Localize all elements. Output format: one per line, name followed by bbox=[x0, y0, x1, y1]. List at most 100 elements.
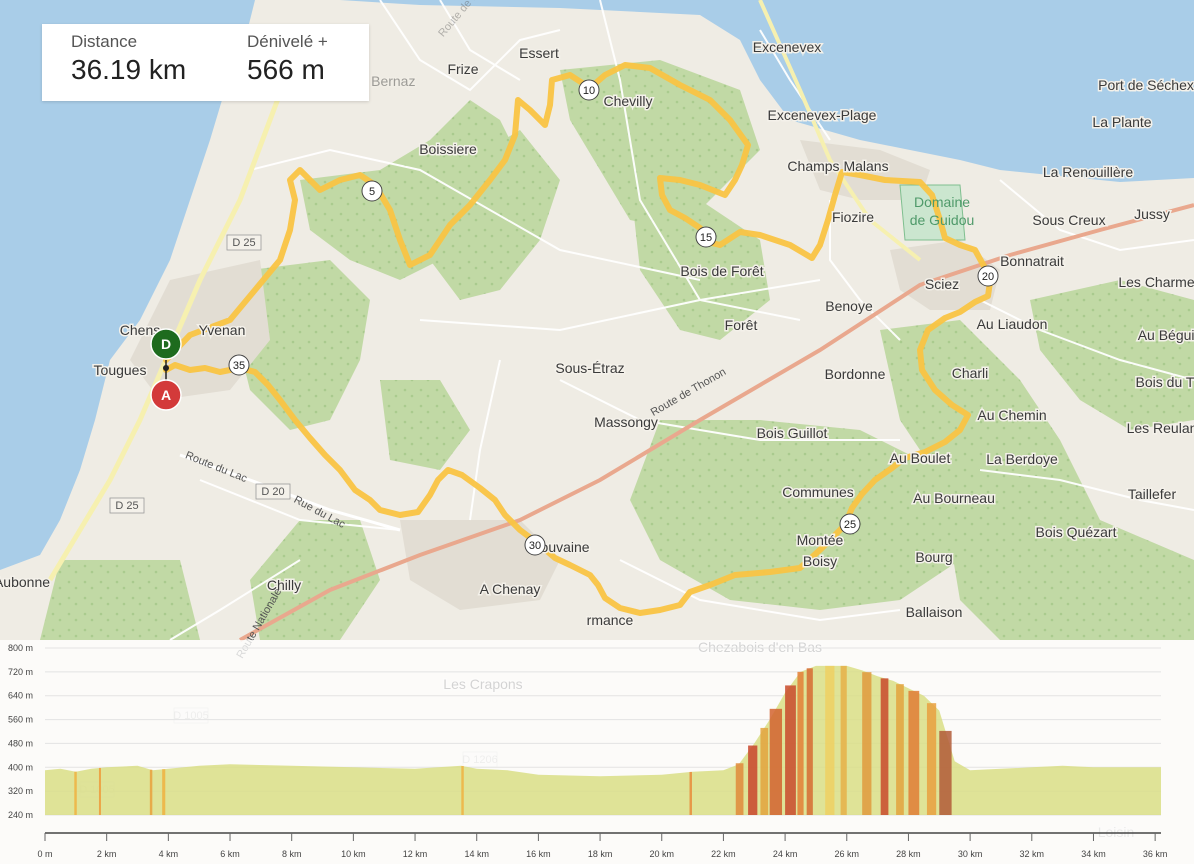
gradient-band bbox=[735, 763, 744, 815]
km-marker[interactable]: 35 bbox=[228, 354, 250, 376]
place-label: Montée bbox=[797, 532, 844, 548]
place-label: A Chenay bbox=[480, 581, 541, 597]
place-label: Charli bbox=[952, 365, 989, 381]
km-marker[interactable]: 15 bbox=[695, 226, 717, 248]
km-marker-label: 35 bbox=[233, 360, 245, 372]
gradient-band bbox=[149, 769, 153, 815]
place-label: Au Chemin bbox=[977, 407, 1046, 423]
place-label: Taillefer bbox=[1128, 486, 1177, 502]
x-tick-label: 32 km bbox=[1020, 849, 1045, 859]
route-map[interactable]: Essert Frize Excenevex Port de Séchex Chevil… bbox=[0, 0, 1194, 864]
place-label: Forêt bbox=[725, 317, 758, 333]
x-tick-label: 34 km bbox=[1081, 849, 1106, 859]
place-label: Frize bbox=[447, 61, 478, 77]
gradient-band bbox=[769, 708, 783, 815]
gradient-band bbox=[825, 665, 835, 815]
elevation-gain-label: Dénivelé + bbox=[247, 32, 328, 51]
gradient-band bbox=[689, 771, 692, 815]
km-marker[interactable]: 30 bbox=[524, 534, 546, 556]
place-label: Yvenan bbox=[199, 322, 246, 338]
km-marker-label: 5 bbox=[369, 186, 375, 198]
gradient-band bbox=[862, 672, 872, 815]
place-label: Benoye bbox=[825, 298, 873, 314]
place-label: Bourg bbox=[915, 549, 952, 565]
gradient-band bbox=[880, 678, 889, 815]
place-label: Ballaison bbox=[906, 604, 963, 620]
km-marker-label: 10 bbox=[583, 85, 595, 97]
place-label: La Berdoye bbox=[986, 451, 1058, 467]
km-marker-label: 25 bbox=[844, 519, 856, 531]
place-label: Sous-Étraz bbox=[555, 360, 624, 376]
place-label: Communes bbox=[782, 484, 854, 500]
km-marker[interactable]: 25 bbox=[839, 513, 861, 535]
place-label: Aubonne bbox=[0, 574, 50, 590]
place-label: Bois Quézart bbox=[1036, 524, 1117, 540]
km-marker-label: 20 bbox=[982, 271, 994, 283]
x-tick-label: 16 km bbox=[526, 849, 551, 859]
place-label: Essert bbox=[519, 45, 559, 61]
gradient-band bbox=[939, 730, 952, 815]
place-label: Sciez bbox=[925, 276, 959, 292]
km-marker[interactable]: 20 bbox=[977, 265, 999, 287]
x-tick-label: 28 km bbox=[896, 849, 921, 859]
place-label: Bois du T bbox=[1136, 374, 1194, 390]
gradient-band bbox=[797, 671, 804, 815]
elevation-panel bbox=[0, 640, 1194, 864]
gradient-band bbox=[760, 727, 769, 815]
x-tick-label: 4 km bbox=[159, 849, 179, 859]
y-tick-label: 800 m bbox=[8, 643, 33, 653]
end-marker-label: A bbox=[161, 387, 171, 403]
place-label: Bois Guillot bbox=[757, 425, 828, 441]
place-label: Massongy bbox=[594, 414, 658, 430]
y-tick-label: 320 m bbox=[8, 786, 33, 796]
elevation-gain-value: 566 m bbox=[247, 54, 325, 85]
place-label: Boissiere bbox=[419, 141, 477, 157]
place-label: Domaine bbox=[914, 194, 970, 210]
road-label: D 20 bbox=[261, 486, 284, 498]
place-label: Bois de Forêt bbox=[680, 263, 763, 279]
place-label: Excenevex bbox=[753, 39, 821, 55]
road-label: D 25 bbox=[115, 500, 138, 512]
km-marker[interactable]: 10 bbox=[578, 79, 600, 101]
x-tick-label: 14 km bbox=[464, 849, 489, 859]
x-tick-label: 18 km bbox=[588, 849, 613, 859]
gradient-band bbox=[896, 684, 904, 815]
distance-label: Distance bbox=[71, 32, 138, 51]
gradient-band bbox=[748, 745, 758, 815]
x-tick-label: 8 km bbox=[282, 849, 302, 859]
place-label: Tougues bbox=[94, 362, 147, 378]
y-tick-label: 400 m bbox=[8, 762, 33, 772]
elevation-stat: Dénivelé + 566 m bbox=[247, 32, 328, 86]
y-tick-label: 640 m bbox=[8, 691, 33, 701]
gradient-band bbox=[785, 685, 796, 815]
x-tick-label: 0 m bbox=[37, 849, 52, 859]
gradient-band bbox=[98, 767, 101, 815]
gradient-band bbox=[162, 769, 166, 815]
start-marker-label: D bbox=[161, 336, 171, 352]
y-tick-label: 560 m bbox=[8, 715, 33, 725]
x-tick-label: 20 km bbox=[649, 849, 674, 859]
place-label: de Guidou bbox=[910, 212, 975, 228]
place-label: Fiozire bbox=[832, 209, 874, 225]
y-tick-label: 480 m bbox=[8, 738, 33, 748]
road-label: D 25 bbox=[232, 237, 255, 249]
place-label: Au Boulet bbox=[890, 450, 951, 466]
place-label: La Renouillère bbox=[1043, 164, 1133, 180]
start-marker[interactable]: D bbox=[150, 328, 182, 360]
place-label: La Plante bbox=[1092, 114, 1151, 130]
place-label: Au Bourneau bbox=[913, 490, 995, 506]
gradient-band bbox=[806, 668, 813, 815]
km-marker[interactable]: 5 bbox=[361, 180, 383, 202]
gradient-band bbox=[908, 690, 920, 815]
route-point-dot bbox=[163, 365, 169, 371]
end-marker[interactable]: A bbox=[150, 379, 182, 411]
x-tick-label: 12 km bbox=[403, 849, 428, 859]
place-label: Au Liaudon bbox=[977, 316, 1048, 332]
x-tick-label: 24 km bbox=[773, 849, 798, 859]
place-label: Les Charmes bbox=[1118, 274, 1194, 290]
x-tick-label: 6 km bbox=[220, 849, 240, 859]
place-label: Port de Séchex bbox=[1098, 77, 1194, 93]
place-label: Chevilly bbox=[603, 93, 652, 109]
distance-stat: Distance 36.19 km bbox=[71, 32, 186, 86]
x-tick-label: 30 km bbox=[958, 849, 983, 859]
